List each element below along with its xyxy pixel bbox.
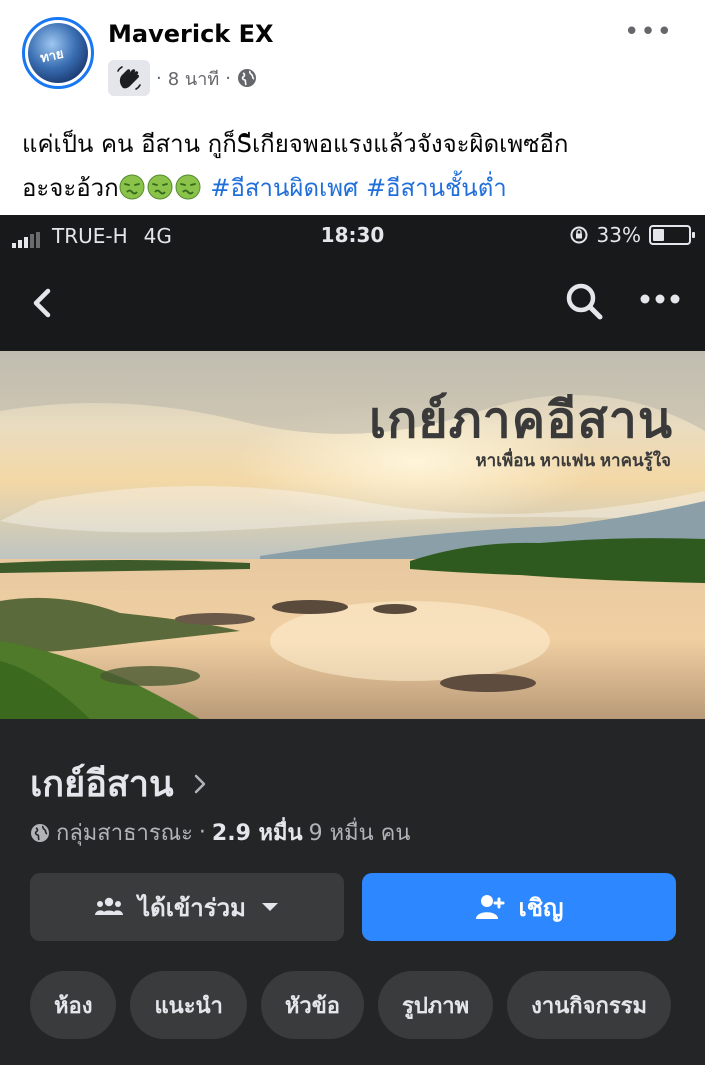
tab-featured[interactable]: แนะนำ [130,971,247,1039]
post-time[interactable]: 8 นาที [168,64,219,93]
caret-down-icon [261,903,278,911]
cover-subtitle: หาเพื่อน หาแฟน หาคนรู้ใจ [475,451,671,470]
post-text: แค่เป็น คน อีสาน กูก็Sีเกียจพอแรงแล้วจัง… [22,122,687,210]
status-bar: TRUE-H 4G 18:30 33% [0,215,705,255]
hashtag-link-1[interactable]: #อีสานผิดเพศ [210,174,358,202]
invite-button[interactable]: เชิญ [362,873,676,941]
nauseated-face-emoji-3 [175,174,201,200]
tab-events[interactable]: งานกิจกรรม [507,971,671,1039]
group-cover-photo[interactable]: เกย์ภาคอีสาน หาเพื่อน หาแฟน หาคนรู้ใจ [0,351,705,719]
post-text-line1: แค่เป็น คน อีสาน กูก็Sีเกียจพอแรงแล้วจัง… [22,130,569,158]
back-chevron-icon[interactable] [26,283,62,323]
group-members-rest: 9 หมื่น คน [308,821,411,846]
meta-separator: · [198,820,206,845]
group-name[interactable]: เกย์อีสาน [30,755,208,812]
invite-label: เชิญ [518,893,564,922]
group-meta: กลุ่มสาธารณะ · 2.9 หมื่น 9 หมื่น คน [30,815,410,850]
group-name-text: เกย์อีสาน [30,764,174,805]
group-tabs: ห้อง แนะนำ หัวข้อ รูปภาพ งานกิจกรรม [30,971,671,1039]
author-name[interactable]: Maverick EX [108,20,274,48]
post-text-prefix: อะจะอ้วก [22,174,119,202]
meta-separator: · [156,67,162,89]
joined-label: ได้เข้าร่วม [138,893,246,922]
more-horizontal-icon[interactable]: ••• [624,19,673,45]
status-right: 33% [569,223,695,247]
add-person-icon [475,895,505,919]
group-nav-bar [0,255,705,351]
avatar-text: ทาย [38,46,66,67]
battery-icon [649,225,695,245]
nauseated-face-emoji-2 [147,174,173,200]
group-members-bold: 2.9 หมื่น [211,821,303,846]
rotation-lock-icon [570,226,588,244]
battery-fill [653,229,665,241]
tab-photos[interactable]: รูปภาพ [378,971,494,1039]
post-text-line2: อะจะอ้วก #อีสานผิดเพศ #อีสานชั้นต่ำ [22,166,687,210]
hashtag-link-2[interactable]: #อีสานชั้นต่ำ [366,174,507,202]
post-image-screenshot[interactable]: TRUE-H 4G 18:30 33% เกย์ภาคอีสาน หาเพื่อ… [0,215,705,1065]
tab-rooms[interactable]: ห้อง [30,971,117,1039]
author-avatar[interactable]: ทาย [22,17,94,89]
group-members-icon [95,897,124,915]
nauseated-face-emoji-1 [119,174,145,200]
battery-percent: 33% [596,223,641,247]
search-icon[interactable] [562,279,606,323]
joined-button[interactable]: ได้เข้าร่วม [30,873,344,941]
meta-separator: · [225,67,231,89]
post-meta: · 8 นาที · [108,60,257,96]
tab-topics[interactable]: หัวข้อ [260,971,365,1039]
globe-icon [31,823,49,842]
avatar-image: ทาย [28,23,88,83]
globe-icon [237,69,256,87]
more-horizontal-icon[interactable] [638,287,682,311]
post-header: ทาย Maverick EX ••• · 8 นาที · [0,0,705,110]
group-privacy: กลุ่มสาธารณะ [56,821,193,846]
wave-icon[interactable] [108,60,150,96]
chevron-right-icon [194,774,205,793]
